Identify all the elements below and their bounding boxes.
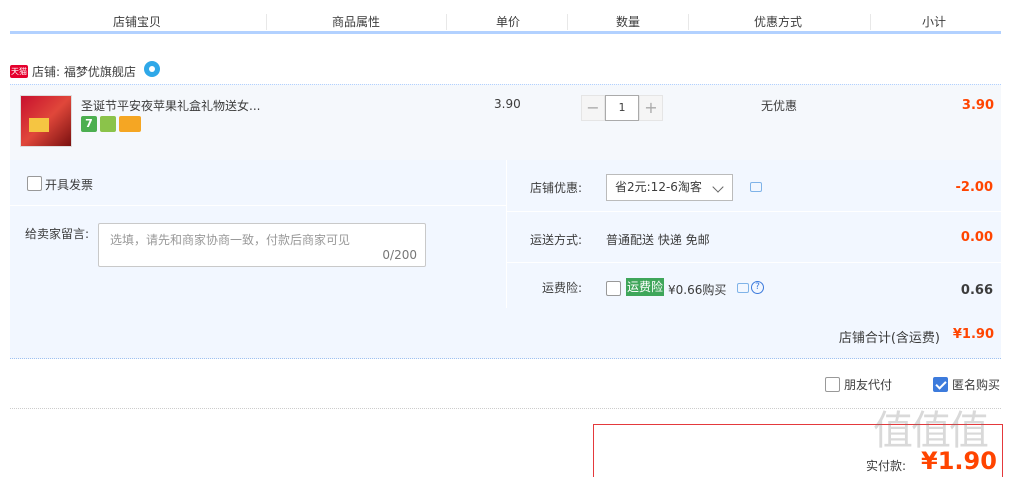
insurance-price: ¥0.66购买 <box>668 283 727 297</box>
friend-pay-label: 朋友代付 <box>844 378 893 392</box>
invoice-row: 开具发票 <box>10 160 506 206</box>
shop-discount-row: 店铺优惠: 省2元:12-6淘客 -2.00 <box>507 160 1001 212</box>
insurance-value: 0.66 <box>960 283 993 298</box>
col-quantity: 数量 <box>616 15 641 29</box>
seven-day-return-icon[interactable]: 7 <box>81 116 97 132</box>
comment-icon[interactable] <box>737 283 749 293</box>
insurance-label: 运费险: <box>542 281 583 295</box>
payment-label: 实付款: <box>866 459 907 473</box>
shipping-value: 0.00 <box>960 230 993 245</box>
seller-message-input[interactable]: 选填，请先和商家协商一致，付款后商家可见 0/200 <box>98 223 426 267</box>
comment-icon[interactable] <box>750 182 762 192</box>
divider <box>688 14 689 30</box>
order-fees-panel: 店铺优惠: 省2元:12-6淘客 -2.00 运送方式: 普通配送 快递 免邮 … <box>507 160 1001 308</box>
quantity-increase-button[interactable]: + <box>639 95 663 121</box>
cart-header: 店铺宝贝 商品属性 单价 数量 优惠方式 小计 <box>10 8 1001 34</box>
order-item-row: 圣诞节平安夜苹果礼盒礼物送女... 7 3.90 − 1 + 无优惠 3.90 <box>10 84 1001 160</box>
col-shop-item: 店铺宝贝 <box>113 15 162 29</box>
service-icons: 7 <box>81 116 141 132</box>
col-subtotal: 小计 <box>922 15 947 29</box>
anonymous-checkbox[interactable] <box>933 377 948 392</box>
insurance-row: 运费险: 运费险 ¥0.66购买 ? 0.66 <box>507 263 1001 308</box>
shop-discount-value: -2.00 <box>955 180 993 195</box>
unit-price: 3.90 <box>494 97 521 111</box>
quantity-input[interactable]: 1 <box>605 95 639 121</box>
shop-total-bar: 店铺合计(含运费) ¥1.90 <box>10 308 1001 359</box>
shop-discount-label: 店铺优惠: <box>530 181 583 195</box>
tmall-icon: 天猫 <box>10 64 28 78</box>
shipping-row: 运送方式: 普通配送 快递 免邮 0.00 <box>507 212 1001 263</box>
item-promo: 无优惠 <box>761 99 798 113</box>
divider <box>10 408 1001 409</box>
invoice-label: 开具发票 <box>45 178 94 192</box>
char-counter: 0/200 <box>382 248 417 262</box>
insurance-tag: 运费险 <box>626 278 665 296</box>
chat-icon[interactable] <box>143 61 160 77</box>
divider <box>870 14 871 30</box>
shop-name-link[interactable]: 店铺: 福梦优旗舰店 <box>32 63 136 80</box>
item-subtotal: 3.90 <box>961 98 994 113</box>
col-attributes: 商品属性 <box>332 15 381 29</box>
shipping-method: 普通配送 快递 免邮 <box>606 233 710 247</box>
product-title-link[interactable]: 圣诞节平安夜苹果礼盒礼物送女... <box>81 97 260 114</box>
insurance-checkbox[interactable] <box>606 281 621 296</box>
shop-discount-select[interactable]: 省2元:12-6淘客 <box>606 174 733 201</box>
seller-message-placeholder: 选填，请先和商家协商一致，付款后商家可见 <box>110 233 351 247</box>
help-icon[interactable]: ? <box>751 281 764 294</box>
product-thumbnail[interactable] <box>20 95 72 147</box>
card-icon[interactable] <box>119 116 141 132</box>
divider <box>446 14 447 30</box>
shop-total-value: ¥1.90 <box>952 327 994 342</box>
order-extras-panel: 开具发票 给卖家留言: 选填，请先和商家协商一致，付款后商家可见 0/200 <box>10 160 506 308</box>
seller-message-label: 给卖家留言: <box>25 227 90 241</box>
chevron-down-icon <box>712 181 724 193</box>
divider <box>567 14 568 30</box>
guarantee-icon[interactable] <box>100 116 116 132</box>
invoice-checkbox[interactable] <box>27 176 42 191</box>
col-unit-price: 单价 <box>496 15 521 29</box>
quantity-stepper: − 1 + <box>581 95 663 121</box>
shipping-label: 运送方式: <box>530 233 583 247</box>
divider <box>266 14 267 30</box>
shop-total-label: 店铺合计(含运费) <box>838 331 940 346</box>
watermark-logo: 值值值 <box>873 408 989 454</box>
shop-line: 天猫 店铺: 福梦优旗舰店 <box>10 60 160 82</box>
friend-pay-checkbox[interactable] <box>825 377 840 392</box>
anonymous-label: 匿名购买 <box>952 378 1001 392</box>
shop-discount-selected: 省2元:12-6淘客 <box>615 180 702 194</box>
col-discount: 优惠方式 <box>754 15 803 29</box>
quantity-decrease-button[interactable]: − <box>581 95 605 121</box>
